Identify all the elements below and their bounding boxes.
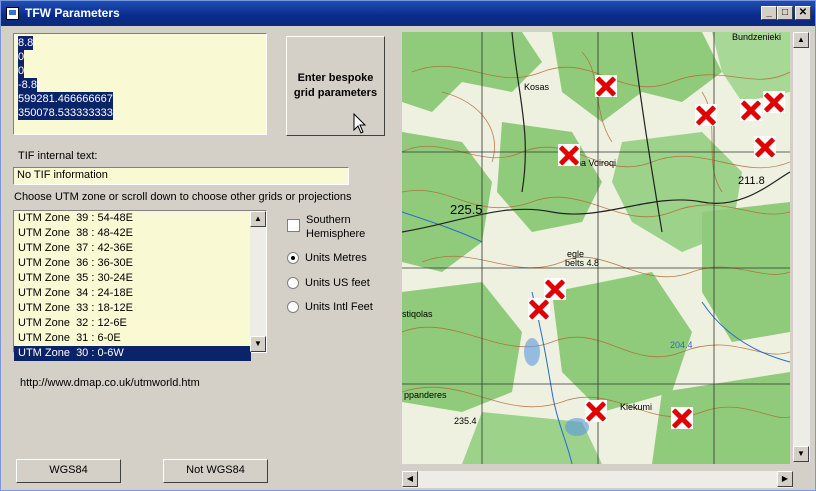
map-label: lna Voiroqi — [574, 158, 616, 168]
list-item[interactable]: UTM Zone 39 : 54-48E — [14, 211, 266, 226]
tfw-values-textbox[interactable]: 8.8 0 0 -8.8 599281.466666667 350078.533… — [13, 33, 267, 135]
units-us-feet-label: Units US feet — [305, 277, 370, 289]
tif-text-field[interactable]: No TIF information — [13, 167, 349, 185]
map-label: stiqolas — [402, 309, 433, 319]
listbox-scrollbar[interactable]: ▲ ▼ — [250, 211, 266, 352]
tfw-line: 8.8 — [18, 36, 34, 50]
zone-prompt: Choose UTM zone or scroll down to choose… — [14, 191, 352, 203]
not-wgs84-button[interactable]: Not WGS84 — [163, 459, 268, 483]
map-label: 204.4 — [670, 340, 693, 350]
title-bar[interactable]: TFW Parameters _ □ ✕ — [1, 1, 815, 26]
list-item[interactable]: UTM Zone 32 : 12-6E — [14, 316, 266, 331]
map-preview[interactable]: Kosas lna Voiroqi 211.8 225.5 egle belts… — [402, 32, 790, 464]
southern-hemisphere-label: Southern Hemisphere — [306, 214, 366, 240]
list-item-selected[interactable]: UTM Zone 30 : 0-6W — [14, 346, 251, 361]
map-label: 211.8 — [738, 175, 765, 187]
map-scroll-up-icon[interactable]: ▲ — [793, 32, 809, 48]
list-item[interactable]: UTM Zone 36 : 36-30E — [14, 256, 266, 271]
map-label: 225.5 — [450, 202, 483, 217]
map-label: Bundzenieki — [732, 32, 781, 42]
tif-label: TIF internal text: — [18, 150, 98, 162]
list-item[interactable]: UTM Zone 35 : 30-24E — [14, 271, 266, 286]
tfw-line: 0 — [18, 50, 25, 64]
units-us-feet-radio[interactable] — [287, 277, 299, 289]
utm-world-url[interactable]: http://www.dmap.co.uk/utmworld.htm — [20, 377, 200, 389]
marker-x-icon[interactable] — [763, 91, 785, 113]
map-scroll-down-icon[interactable]: ▼ — [793, 446, 809, 462]
app-icon — [6, 7, 19, 20]
marker-x-icon[interactable] — [595, 75, 617, 97]
map-scroll-right-icon[interactable]: ▶ — [777, 471, 793, 487]
window-title: TFW Parameters — [25, 6, 120, 20]
map-horizontal-scrollbar[interactable]: ◀ ▶ — [402, 471, 793, 488]
marker-x-icon[interactable] — [754, 136, 776, 158]
marker-x-icon[interactable] — [558, 144, 580, 166]
list-item[interactable]: UTM Zone 38 : 48-42E — [14, 226, 266, 241]
maximize-button[interactable]: □ — [777, 6, 793, 20]
close-button[interactable]: ✕ — [795, 6, 811, 20]
map-label: belts 4.8 — [565, 258, 599, 268]
scroll-up-icon[interactable]: ▲ — [250, 211, 266, 227]
list-item[interactable]: UTM Zone 31 : 6-0E — [14, 331, 266, 346]
scroll-down-icon[interactable]: ▼ — [250, 336, 266, 352]
mouse-cursor-icon — [353, 113, 367, 134]
tfw-parameters-window: TFW Parameters _ □ ✕ 8.8 0 0 -8.8 599281… — [0, 0, 816, 491]
units-intl-feet-radio[interactable] — [287, 301, 299, 313]
map-scroll-left-icon[interactable]: ◀ — [402, 471, 418, 487]
list-item[interactable]: UTM Zone 33 : 18-12E — [14, 301, 266, 316]
tfw-line: 599281.466666667 — [18, 92, 113, 106]
marker-x-icon[interactable] — [528, 298, 550, 320]
tfw-line: 350078.533333333 — [18, 106, 113, 120]
map-vertical-scrollbar[interactable]: ▲ ▼ — [793, 32, 810, 462]
units-metres-label: Units Metres — [305, 252, 367, 264]
units-metres-radio[interactable] — [287, 252, 299, 264]
marker-x-icon[interactable] — [585, 400, 607, 422]
marker-x-icon[interactable] — [671, 407, 693, 429]
tfw-line: 0 — [18, 64, 25, 78]
units-intl-feet-label: Units Intl Feet — [305, 301, 373, 313]
wgs84-button[interactable]: WGS84 — [16, 459, 121, 483]
marker-x-icon[interactable] — [544, 278, 566, 300]
minimize-button[interactable]: _ — [761, 6, 777, 20]
marker-x-icon[interactable] — [695, 104, 717, 126]
map-label: Kosas — [524, 82, 550, 92]
enter-bespoke-grid-button[interactable]: Enter bespoke grid parameters — [286, 36, 385, 136]
map-label: Kiekumi — [620, 402, 652, 412]
marker-x-icon[interactable] — [740, 99, 762, 121]
enter-bespoke-grid-label: Enter bespoke grid parameters — [293, 72, 378, 99]
list-item[interactable]: UTM Zone 37 : 42-36E — [14, 241, 266, 256]
tfw-line: -8.8 — [18, 78, 37, 92]
southern-hemisphere-checkbox[interactable] — [287, 219, 300, 232]
map-label: ppanderes — [404, 390, 447, 400]
list-item[interactable]: UTM Zone 34 : 24-18E — [14, 286, 266, 301]
map-label: 235.4 — [454, 416, 477, 426]
utm-zone-listbox[interactable]: UTM Zone 39 : 54-48E UTM Zone 38 : 48-42… — [13, 210, 267, 361]
